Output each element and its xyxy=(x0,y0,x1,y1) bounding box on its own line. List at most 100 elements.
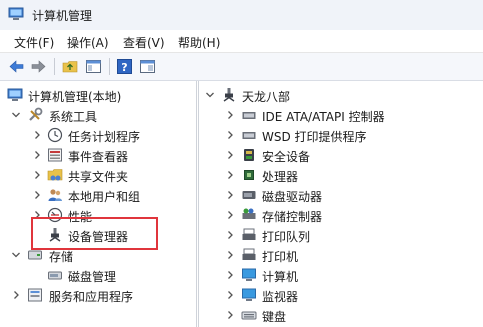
device-category-item[interactable]: 打印机 xyxy=(199,246,483,266)
tree-item-task-scheduler[interactable]: 任务计划程序 xyxy=(0,126,196,146)
tree-item-event-viewer[interactable]: 事件查看器 xyxy=(0,146,196,166)
chevron-right-icon[interactable] xyxy=(32,129,42,141)
tree-item-local-users[interactable]: 本地用户和组 xyxy=(0,186,196,206)
device-category-item[interactable]: 键盘 xyxy=(199,306,483,326)
device-category-item[interactable]: 打印队列 xyxy=(199,226,483,246)
folder-up-icon[interactable] xyxy=(62,58,79,75)
tree-item-disk-management[interactable]: 磁盘管理 xyxy=(0,266,196,286)
chevron-right-icon[interactable] xyxy=(32,189,42,201)
device-category-label: 监视器 xyxy=(262,290,299,304)
tree-item-label: 存储 xyxy=(49,250,74,264)
toolbar: ? xyxy=(0,53,483,81)
title-bar: 计算机管理 xyxy=(0,0,483,31)
chevron-down-icon[interactable] xyxy=(11,109,21,121)
tree-item-shared-folders[interactable]: 共享文件夹 xyxy=(0,166,196,186)
printer-provider-icon xyxy=(242,132,256,139)
highlight-annotation xyxy=(31,217,158,250)
device-category-item[interactable]: IDE ATA/ATAPI 控制器 xyxy=(199,106,483,126)
svg-text:?: ? xyxy=(121,61,127,74)
chevron-right-icon[interactable] xyxy=(11,289,21,301)
console-pane-icon[interactable] xyxy=(139,58,156,75)
device-category-label: 存储控制器 xyxy=(262,210,323,224)
chevron-down-icon[interactable] xyxy=(205,89,215,101)
device-category-label: 打印队列 xyxy=(262,230,311,244)
chevron-right-icon[interactable] xyxy=(32,169,42,181)
tree-item-system-tools[interactable]: 系统工具 xyxy=(0,106,196,126)
keyboard-icon xyxy=(241,311,257,320)
menu-view[interactable]: 查看(V) xyxy=(123,34,165,51)
tree-item-label: 事件查看器 xyxy=(68,150,129,164)
event-viewer-icon xyxy=(48,148,62,162)
chevron-right-icon[interactable] xyxy=(225,309,235,321)
device-category-item[interactable]: WSD 打印提供程序 xyxy=(199,126,483,146)
ide-controller-icon xyxy=(242,112,256,119)
device-category-item[interactable]: 存储控制器 xyxy=(199,206,483,226)
tree-item-label: 磁盘管理 xyxy=(68,270,117,284)
chevron-right-icon[interactable] xyxy=(225,169,235,181)
clock-icon xyxy=(47,127,63,143)
device-category-label: IDE ATA/ATAPI 控制器 xyxy=(262,110,385,124)
security-device-icon xyxy=(244,149,254,161)
device-category-item[interactable]: 处理器 xyxy=(199,166,483,186)
device-category-item[interactable]: 监视器 xyxy=(199,286,483,306)
chevron-right-icon[interactable] xyxy=(225,109,235,121)
window-title: 计算机管理 xyxy=(32,9,93,23)
device-category-label: 键盘 xyxy=(262,310,287,324)
chevron-right-icon[interactable] xyxy=(225,209,235,221)
back-arrow-icon[interactable] xyxy=(8,58,25,75)
users-icon xyxy=(48,189,62,201)
device-category-label: 处理器 xyxy=(262,170,299,184)
chevron-right-icon[interactable] xyxy=(225,189,235,201)
tree-item-computer-management[interactable]: 计算机管理(本地) xyxy=(0,86,196,106)
device-tree-root[interactable]: 天龙八部 xyxy=(199,86,483,106)
device-category-label: WSD 打印提供程序 xyxy=(262,130,367,144)
device-category-item[interactable]: 计算机 xyxy=(199,266,483,286)
chevron-right-icon[interactable] xyxy=(225,269,235,281)
chevron-right-icon[interactable] xyxy=(225,249,235,261)
services-icon xyxy=(28,288,42,302)
device-tree-pane[interactable]: 天龙八部 IDE ATA/ATAPI 控制器 WSD 打印提供程序 安全设备处理器磁… xyxy=(198,81,483,327)
tree-item-label: 计算机管理(本地) xyxy=(28,90,122,104)
help-icon[interactable]: ? xyxy=(116,58,133,75)
tree-item-label: 系统工具 xyxy=(49,110,98,124)
show-hide-tree-icon[interactable] xyxy=(85,58,102,75)
chevron-right-icon[interactable] xyxy=(32,149,42,161)
forward-arrow-icon[interactable] xyxy=(30,58,47,75)
chevron-right-icon[interactable] xyxy=(225,289,235,301)
shared-folder-icon xyxy=(47,169,63,181)
device-category-item[interactable]: 安全设备 xyxy=(199,146,483,166)
tree-item-label: 本地用户和组 xyxy=(68,190,141,204)
console-tree-pane[interactable]: 计算机管理(本地) 系统工具 任务计划程序 事件查看器 共享文件夹 本地用户和组… xyxy=(0,81,197,327)
disk-drive-icon xyxy=(242,191,256,199)
computer-icon xyxy=(223,88,235,102)
device-category-label: 打印机 xyxy=(262,250,299,264)
menu-action[interactable]: 操作(A) xyxy=(67,34,109,51)
computer-management-icon xyxy=(8,7,24,20)
storage-controller-icon xyxy=(242,208,256,219)
device-category-item[interactable]: 磁盘驱动器 xyxy=(199,186,483,206)
chevron-right-icon[interactable] xyxy=(225,229,235,241)
computer-icon xyxy=(242,268,256,281)
toolbar-separator xyxy=(54,58,55,75)
disk-management-icon xyxy=(48,271,62,280)
chevron-right-icon[interactable] xyxy=(225,149,235,161)
chevron-down-icon[interactable] xyxy=(11,249,21,261)
menu-file[interactable]: 文件(F) xyxy=(14,34,54,51)
toolbar-separator xyxy=(109,58,110,75)
device-category-label: 磁盘驱动器 xyxy=(262,190,323,204)
tree-item-label: 共享文件夹 xyxy=(68,170,129,184)
menu-bar: 文件(F) 操作(A) 查看(V) 帮助(H) xyxy=(0,30,483,53)
printer-icon xyxy=(242,248,256,260)
menu-help[interactable]: 帮助(H) xyxy=(178,34,220,51)
tree-item-label: 服务和应用程序 xyxy=(49,290,134,304)
chevron-right-icon[interactable] xyxy=(225,129,235,141)
tools-icon xyxy=(29,107,43,121)
device-category-label: 安全设备 xyxy=(262,150,311,164)
device-category-label: 计算机 xyxy=(262,270,299,284)
device-tree-root-label: 天龙八部 xyxy=(242,90,291,104)
print-queue-icon xyxy=(242,228,256,240)
computer-management-icon xyxy=(7,88,23,101)
processor-icon xyxy=(244,170,254,180)
tree-item-label: 任务计划程序 xyxy=(68,130,141,144)
tree-item-services-apps[interactable]: 服务和应用程序 xyxy=(0,286,196,306)
